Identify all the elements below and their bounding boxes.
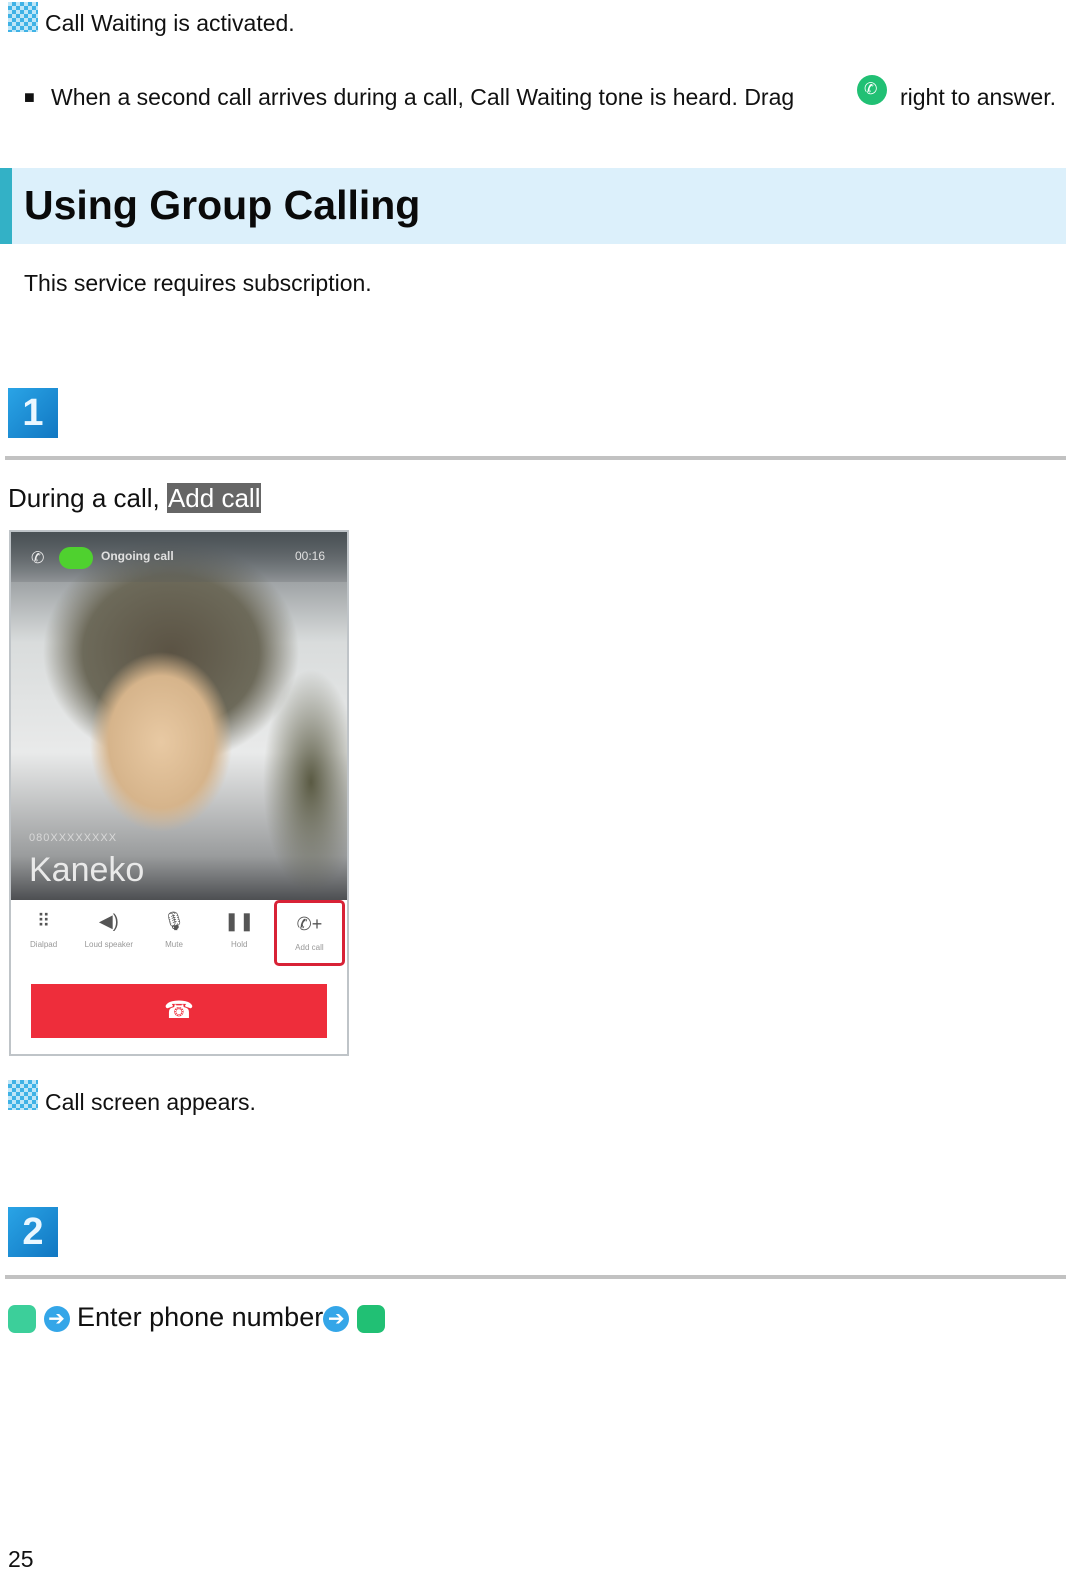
result-flag-icon	[8, 2, 38, 37]
add-call-icon: ✆+	[296, 914, 323, 934]
answer-call-icon	[857, 75, 887, 105]
dialpad-icon: ⠿	[37, 911, 51, 931]
section-title: Using Group Calling	[24, 182, 421, 228]
dialpad-button: ⠿ Dialpad	[11, 900, 76, 970]
end-call-button: ☎	[31, 984, 327, 1038]
caller-name: Kaneko	[29, 851, 145, 889]
mute-label: Mute	[165, 940, 183, 949]
step-2-badge: 2	[8, 1207, 58, 1257]
call-screen-screenshot: ✆ Ongoing call 00:16 080XXXXXXXX Kaneko …	[9, 530, 349, 1056]
note-bullet: ■	[24, 87, 35, 107]
step-2-instruction: ➔ Enter phone number ➔	[8, 1300, 385, 1334]
hold-icon: ❚❚	[224, 911, 255, 931]
call-actions-bar: ⠿ Dialpad ◀) Loud speaker 🎙 Mute ❚❚ Hold…	[11, 900, 347, 970]
phone-app-icon	[8, 1304, 36, 1333]
call-button-icon	[356, 1304, 385, 1333]
add-call-button: ✆+ Add call	[273, 900, 346, 966]
status-label: Ongoing call	[101, 549, 174, 563]
section-heading-accent	[0, 168, 12, 244]
section-subtitle: This service requires subscription.	[24, 270, 372, 296]
step-1-instruction: During a call, Add call	[8, 483, 262, 513]
note-text-before: When a second call arrives during a call…	[51, 84, 795, 110]
add-call-label: Add call	[295, 943, 324, 952]
caller-number: 080XXXXXXXX	[29, 832, 118, 844]
step-1-result-flag-icon	[8, 1080, 38, 1115]
note-text-after: right to answer.	[900, 84, 1056, 110]
step-1-result-text: Call screen appears.	[45, 1089, 256, 1115]
add-call-key-label: Add call	[166, 483, 262, 513]
mute-button: 🎙 Mute	[141, 900, 206, 970]
speaker-label: Loud speaker	[84, 940, 134, 949]
status-phone-icon: ✆	[31, 550, 45, 567]
step-1-badge: 1	[8, 388, 58, 438]
hold-button: ❚❚ Hold	[207, 900, 272, 970]
caller-photo	[11, 532, 347, 900]
ongoing-call-chip	[59, 547, 93, 569]
arrow-right-icon: ➔	[43, 1305, 70, 1332]
end-call-icon: ☎	[164, 997, 194, 1024]
step-1-divider	[5, 456, 1066, 460]
step-2-divider	[5, 1275, 1066, 1279]
step-1-instruction-prefix: During a call,	[8, 483, 167, 513]
status-bar: ✆ Ongoing call 00:16	[11, 532, 347, 582]
speaker-button: ◀) Loud speaker	[76, 900, 141, 970]
result-text: Call Waiting is activated.	[45, 10, 295, 36]
arrow-right-icon: ➔	[323, 1305, 350, 1332]
page-number: 25	[8, 1546, 34, 1572]
step-2-instruction-text: Enter phone number	[77, 1302, 324, 1332]
dialpad-label: Dialpad	[30, 940, 58, 949]
mute-icon: 🎙	[162, 911, 186, 931]
status-time: 00:16	[294, 549, 325, 563]
hold-label: Hold	[230, 940, 248, 949]
speaker-icon: ◀)	[98, 911, 119, 931]
